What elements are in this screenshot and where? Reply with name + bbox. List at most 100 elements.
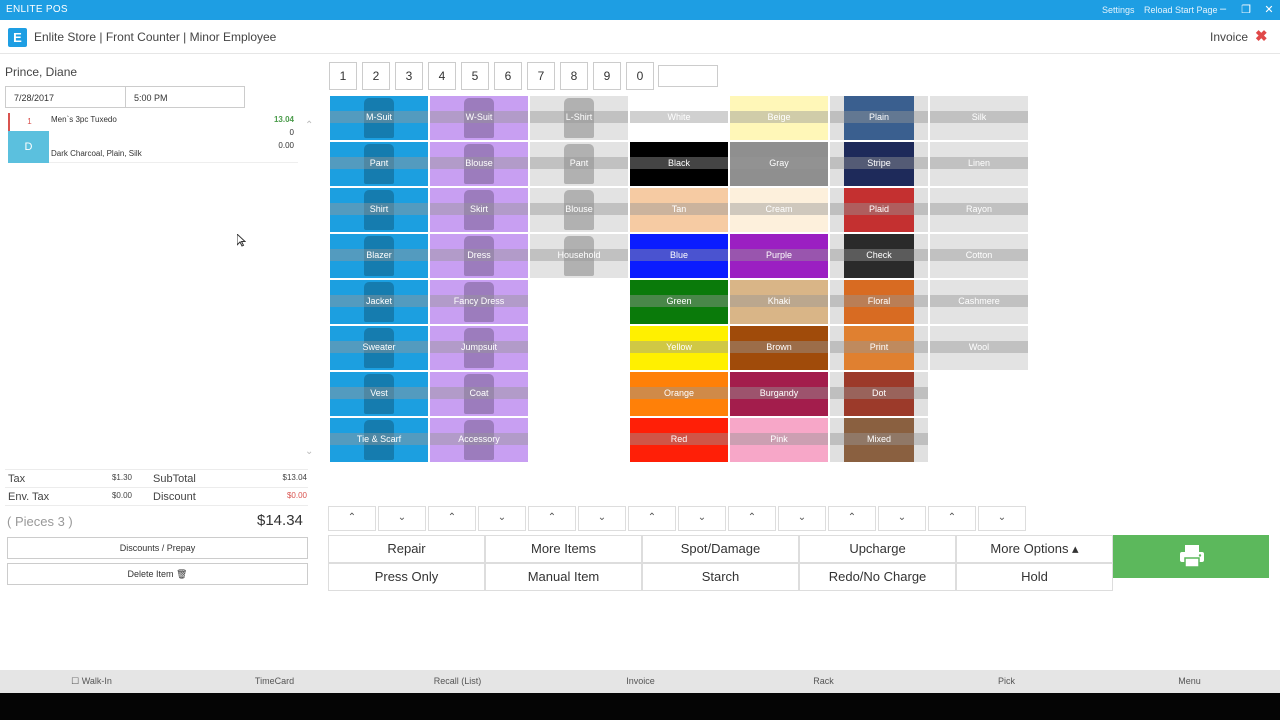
numpad-key-1[interactable]: 1 <box>329 62 357 90</box>
grid-item-skirt[interactable]: Skirt <box>430 188 528 232</box>
close-invoice-icon[interactable]: ✖ <box>1255 27 1268 45</box>
bottom-nav-recall-list[interactable]: Recall (List) <box>366 676 549 686</box>
scroll-up-icon[interactable]: ⌃ <box>305 120 313 131</box>
grid-item-tie-scarf[interactable]: Tie & Scarf <box>330 418 428 462</box>
minimize-icon[interactable]: – <box>1216 3 1230 15</box>
bottom-nav-walk-in[interactable]: ☐ Walk-In <box>0 676 183 687</box>
numpad-key-9[interactable]: 9 <box>593 62 621 90</box>
order-item-row[interactable]: 1 D Men`s 3pc Tuxedo Dark Charcoal, Plai… <box>8 113 298 163</box>
grid-item-dot[interactable]: Dot <box>830 372 928 416</box>
grid-item-beige[interactable]: Beige <box>730 96 828 140</box>
grid-item-household[interactable]: Household <box>530 234 628 278</box>
repair-button[interactable]: Repair <box>328 535 485 563</box>
reload-start-page-link[interactable]: Reload Start Page <box>1144 5 1218 15</box>
manual-item-button[interactable]: Manual Item <box>485 563 642 591</box>
grid-item-stripe[interactable]: Stripe <box>830 142 928 186</box>
bottom-nav-menu[interactable]: Menu <box>1098 676 1280 686</box>
bottom-nav-pick[interactable]: Pick <box>915 676 1098 686</box>
scroll-down-icon[interactable]: ⌄ <box>305 446 313 457</box>
numpad-key-8[interactable]: 8 <box>560 62 588 90</box>
grid-item-tan[interactable]: Tan <box>630 188 728 232</box>
grid-item-coat[interactable]: Coat <box>430 372 528 416</box>
starch-button[interactable]: Starch <box>642 563 799 591</box>
grid-item-black[interactable]: Black <box>630 142 728 186</box>
numpad-key-0[interactable]: 0 <box>626 62 654 90</box>
grid-col-scroll-up-icon[interactable]: ⌃ <box>328 506 376 531</box>
grid-item-linen[interactable]: Linen <box>930 142 1028 186</box>
grid-item-print[interactable]: Print <box>830 326 928 370</box>
press-only-button[interactable]: Press Only <box>328 563 485 591</box>
restore-icon[interactable]: ❐ <box>1239 3 1253 16</box>
grid-item-brown[interactable]: Brown <box>730 326 828 370</box>
grid-item-pant[interactable]: Pant <box>530 142 628 186</box>
discounts-prepay-button[interactable]: Discounts / Prepay <box>7 537 308 559</box>
numpad-key-2[interactable]: 2 <box>362 62 390 90</box>
grid-col-scroll-down-icon[interactable]: ⌄ <box>578 506 626 531</box>
grid-item-jumpsuit[interactable]: Jumpsuit <box>430 326 528 370</box>
numpad-key-7[interactable]: 7 <box>527 62 555 90</box>
numpad-key-5[interactable]: 5 <box>461 62 489 90</box>
grid-col-scroll-down-icon[interactable]: ⌄ <box>478 506 526 531</box>
grid-item-red[interactable]: Red <box>630 418 728 462</box>
grid-col-scroll-up-icon[interactable]: ⌃ <box>928 506 976 531</box>
grid-item-cashmere[interactable]: Cashmere <box>930 280 1028 324</box>
grid-col-scroll-up-icon[interactable]: ⌃ <box>428 506 476 531</box>
grid-item-cotton[interactable]: Cotton <box>930 234 1028 278</box>
numpad-key-6[interactable]: 6 <box>494 62 522 90</box>
grid-item-jacket[interactable]: Jacket <box>330 280 428 324</box>
grid-item-blouse[interactable]: Blouse <box>430 142 528 186</box>
grid-col-scroll-down-icon[interactable]: ⌄ <box>378 506 426 531</box>
grid-col-scroll-up-icon[interactable]: ⌃ <box>628 506 676 531</box>
grid-col-scroll-up-icon[interactable]: ⌃ <box>528 506 576 531</box>
grid-item-blazer[interactable]: Blazer <box>330 234 428 278</box>
grid-item-cream[interactable]: Cream <box>730 188 828 232</box>
spot-damage-button[interactable]: Spot/Damage <box>642 535 799 563</box>
bottom-nav-invoice[interactable]: Invoice <box>549 676 732 686</box>
grid-col-scroll-down-icon[interactable]: ⌄ <box>978 506 1026 531</box>
bottom-nav-rack[interactable]: Rack <box>732 676 915 686</box>
grid-item-shirt[interactable]: Shirt <box>330 188 428 232</box>
more-items-button[interactable]: More Items <box>485 535 642 563</box>
grid-item-vest[interactable]: Vest <box>330 372 428 416</box>
grid-item-dress[interactable]: Dress <box>430 234 528 278</box>
grid-item-plaid[interactable]: Plaid <box>830 188 928 232</box>
grid-item-wool[interactable]: Wool <box>930 326 1028 370</box>
grid-item-pink[interactable]: Pink <box>730 418 828 462</box>
close-window-icon[interactable]: ✕ <box>1262 3 1276 16</box>
grid-item-floral[interactable]: Floral <box>830 280 928 324</box>
grid-item-khaki[interactable]: Khaki <box>730 280 828 324</box>
print-button[interactable] <box>1113 535 1269 578</box>
grid-item-sweater[interactable]: Sweater <box>330 326 428 370</box>
grid-item-white[interactable]: White <box>630 96 728 140</box>
grid-item-w-suit[interactable]: W-Suit <box>430 96 528 140</box>
upcharge-button[interactable]: Upcharge <box>799 535 956 563</box>
hold-button[interactable]: Hold <box>956 563 1113 591</box>
customer-name[interactable]: Prince, Diane <box>5 65 77 79</box>
grid-item-pant[interactable]: Pant <box>330 142 428 186</box>
grid-item-orange[interactable]: Orange <box>630 372 728 416</box>
grid-item-purple[interactable]: Purple <box>730 234 828 278</box>
grid-item-plain[interactable]: Plain <box>830 96 928 140</box>
grid-item-green[interactable]: Green <box>630 280 728 324</box>
numpad-input[interactable] <box>658 65 718 87</box>
grid-item-check[interactable]: Check <box>830 234 928 278</box>
settings-link[interactable]: Settings <box>1102 5 1135 15</box>
grid-item-l-shirt[interactable]: L-Shirt <box>530 96 628 140</box>
delete-item-button[interactable]: Delete Item 🗑 <box>7 563 308 585</box>
grid-item-burgandy[interactable]: Burgandy <box>730 372 828 416</box>
redo-no-charge-button[interactable]: Redo/No Charge <box>799 563 956 591</box>
grid-col-scroll-up-icon[interactable]: ⌃ <box>728 506 776 531</box>
grid-item-accessory[interactable]: Accessory <box>430 418 528 462</box>
grid-col-scroll-down-icon[interactable]: ⌄ <box>878 506 926 531</box>
grid-col-scroll-down-icon[interactable]: ⌄ <box>778 506 826 531</box>
bottom-nav-timecard[interactable]: TimeCard <box>183 676 366 686</box>
time-field[interactable]: 5:00 PM <box>125 86 245 108</box>
numpad-key-3[interactable]: 3 <box>395 62 423 90</box>
more-options-button[interactable]: More Options ▴ <box>956 535 1113 563</box>
grid-item-blouse[interactable]: Blouse <box>530 188 628 232</box>
grid-item-mixed[interactable]: Mixed <box>830 418 928 462</box>
grid-item-yellow[interactable]: Yellow <box>630 326 728 370</box>
grid-item-blue[interactable]: Blue <box>630 234 728 278</box>
grid-item-rayon[interactable]: Rayon <box>930 188 1028 232</box>
grid-col-scroll-down-icon[interactable]: ⌄ <box>678 506 726 531</box>
